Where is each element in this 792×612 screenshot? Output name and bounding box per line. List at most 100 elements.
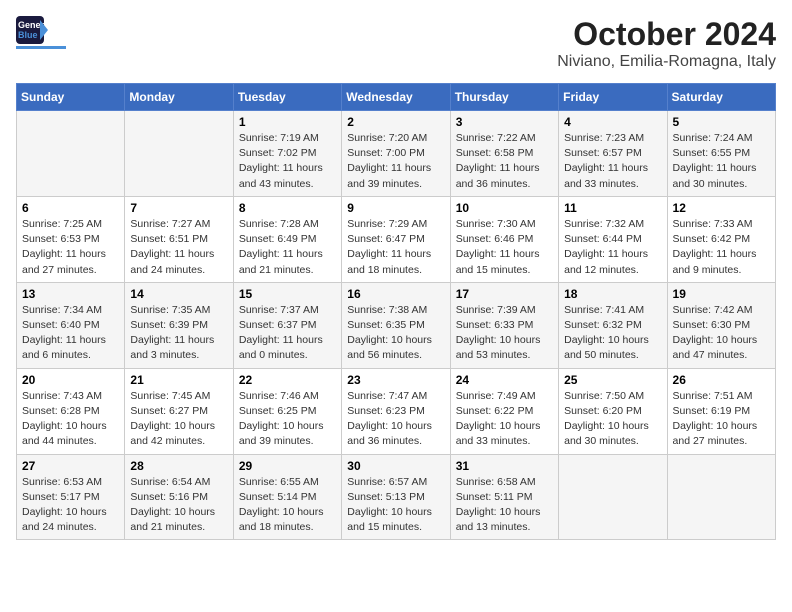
calendar-cell: 3 Sunrise: 7:22 AM Sunset: 6:58 PM Daylig… bbox=[450, 111, 558, 197]
calendar-cell: 23Sunrise: 7:47 AM Sunset: 6:23 PM Dayli… bbox=[342, 368, 450, 454]
day-detail: Sunrise: 7:22 AM Sunset: 6:58 PM Dayligh… bbox=[456, 132, 540, 190]
calendar-cell: 5 Sunrise: 7:24 AM Sunset: 6:55 PM Daylig… bbox=[667, 111, 775, 197]
day-detail: Sunrise: 7:28 AM Sunset: 6:49 PM Dayligh… bbox=[239, 218, 323, 276]
calendar-cell bbox=[17, 111, 125, 197]
day-number: 31 bbox=[456, 459, 553, 473]
header-wednesday: Wednesday bbox=[342, 84, 450, 111]
day-detail: Sunrise: 7:37 AM Sunset: 6:37 PM Dayligh… bbox=[239, 304, 323, 362]
calendar-week-3: 13Sunrise: 7:34 AM Sunset: 6:40 PM Dayli… bbox=[17, 282, 776, 368]
day-detail: Sunrise: 7:30 AM Sunset: 6:46 PM Dayligh… bbox=[456, 218, 540, 276]
calendar-cell: 13Sunrise: 7:34 AM Sunset: 6:40 PM Dayli… bbox=[17, 282, 125, 368]
day-detail: Sunrise: 7:51 AM Sunset: 6:19 PM Dayligh… bbox=[673, 390, 758, 448]
calendar-cell bbox=[667, 454, 775, 540]
calendar-cell: 19 Sunrise: 7:42 AM Sunset: 6:30 PM Dayli… bbox=[667, 282, 775, 368]
calendar-cell: 20Sunrise: 7:43 AM Sunset: 6:28 PM Dayli… bbox=[17, 368, 125, 454]
calendar-cell: 1 Sunrise: 7:19 AM Sunset: 7:02 PM Daylig… bbox=[233, 111, 341, 197]
day-number: 9 bbox=[347, 201, 444, 215]
day-detail: Sunrise: 6:53 AM Sunset: 5:17 PM Dayligh… bbox=[22, 476, 107, 534]
calendar-cell: 15 Sunrise: 7:37 AM Sunset: 6:37 PM Dayli… bbox=[233, 282, 341, 368]
day-number: 20 bbox=[22, 373, 119, 387]
calendar-week-2: 6 Sunrise: 7:25 AM Sunset: 6:53 PM Daylig… bbox=[17, 196, 776, 282]
day-detail: Sunrise: 7:39 AM Sunset: 6:33 PM Dayligh… bbox=[456, 304, 541, 362]
calendar-cell: 26 Sunrise: 7:51 AM Sunset: 6:19 PM Dayli… bbox=[667, 368, 775, 454]
day-number: 18 bbox=[564, 287, 661, 301]
calendar-cell: 11 Sunrise: 7:32 AM Sunset: 6:44 PM Dayli… bbox=[559, 196, 667, 282]
day-detail: Sunrise: 7:46 AM Sunset: 6:25 PM Dayligh… bbox=[239, 390, 324, 448]
day-detail: Sunrise: 7:32 AM Sunset: 6:44 PM Dayligh… bbox=[564, 218, 648, 276]
header-row: Sunday Monday Tuesday Wednesday Thursday… bbox=[17, 84, 776, 111]
day-number: 14 bbox=[130, 287, 227, 301]
day-detail: Sunrise: 7:20 AM Sunset: 7:00 PM Dayligh… bbox=[347, 132, 431, 190]
day-detail: Sunrise: 7:50 AM Sunset: 6:20 PM Dayligh… bbox=[564, 390, 649, 448]
day-detail: Sunrise: 7:45 AM Sunset: 6:27 PM Dayligh… bbox=[130, 390, 215, 448]
logo-icon: General Blue bbox=[16, 16, 48, 44]
day-number: 28 bbox=[130, 459, 227, 473]
calendar-cell: 21Sunrise: 7:45 AM Sunset: 6:27 PM Dayli… bbox=[125, 368, 233, 454]
calendar-body: 1 Sunrise: 7:19 AM Sunset: 7:02 PM Daylig… bbox=[17, 111, 776, 540]
calendar-cell: 12 Sunrise: 7:33 AM Sunset: 6:42 PM Dayli… bbox=[667, 196, 775, 282]
calendar-table: Sunday Monday Tuesday Wednesday Thursday… bbox=[16, 83, 776, 540]
calendar-cell: 28Sunrise: 6:54 AM Sunset: 5:16 PM Dayli… bbox=[125, 454, 233, 540]
day-number: 1 bbox=[239, 115, 336, 129]
calendar-cell bbox=[125, 111, 233, 197]
day-detail: Sunrise: 7:29 AM Sunset: 6:47 PM Dayligh… bbox=[347, 218, 431, 276]
calendar-cell: 6 Sunrise: 7:25 AM Sunset: 6:53 PM Daylig… bbox=[17, 196, 125, 282]
day-number: 27 bbox=[22, 459, 119, 473]
calendar-cell: 27 Sunrise: 6:53 AM Sunset: 5:17 PM Dayli… bbox=[17, 454, 125, 540]
day-detail: Sunrise: 7:33 AM Sunset: 6:42 PM Dayligh… bbox=[673, 218, 757, 276]
day-detail: Sunrise: 7:25 AM Sunset: 6:53 PM Dayligh… bbox=[22, 218, 106, 276]
calendar-cell: 29Sunrise: 6:55 AM Sunset: 5:14 PM Dayli… bbox=[233, 454, 341, 540]
header-sunday: Sunday bbox=[17, 84, 125, 111]
header-monday: Monday bbox=[125, 84, 233, 111]
day-detail: Sunrise: 7:38 AM Sunset: 6:35 PM Dayligh… bbox=[347, 304, 432, 362]
calendar-cell: 18 Sunrise: 7:41 AM Sunset: 6:32 PM Dayli… bbox=[559, 282, 667, 368]
calendar-cell bbox=[559, 454, 667, 540]
header-saturday: Saturday bbox=[667, 84, 775, 111]
day-number: 4 bbox=[564, 115, 661, 129]
day-detail: Sunrise: 7:34 AM Sunset: 6:40 PM Dayligh… bbox=[22, 304, 106, 362]
day-number: 7 bbox=[130, 201, 227, 215]
calendar-cell: 10Sunrise: 7:30 AM Sunset: 6:46 PM Dayli… bbox=[450, 196, 558, 282]
calendar-cell: 14 Sunrise: 7:35 AM Sunset: 6:39 PM Dayli… bbox=[125, 282, 233, 368]
day-detail: Sunrise: 7:19 AM Sunset: 7:02 PM Dayligh… bbox=[239, 132, 323, 190]
day-detail: Sunrise: 6:55 AM Sunset: 5:14 PM Dayligh… bbox=[239, 476, 324, 534]
day-number: 17 bbox=[456, 287, 553, 301]
day-number: 24 bbox=[456, 373, 553, 387]
calendar-header: Sunday Monday Tuesday Wednesday Thursday… bbox=[17, 84, 776, 111]
title-block: October 2024 Niviano, Emilia-Romagna, It… bbox=[557, 16, 776, 71]
day-detail: Sunrise: 7:35 AM Sunset: 6:39 PM Dayligh… bbox=[130, 304, 214, 362]
day-detail: Sunrise: 7:42 AM Sunset: 6:30 PM Dayligh… bbox=[673, 304, 758, 362]
day-number: 16 bbox=[347, 287, 444, 301]
calendar-cell: 24 Sunrise: 7:49 AM Sunset: 6:22 PM Dayli… bbox=[450, 368, 558, 454]
header-thursday: Thursday bbox=[450, 84, 558, 111]
day-number: 8 bbox=[239, 201, 336, 215]
day-detail: Sunrise: 7:49 AM Sunset: 6:22 PM Dayligh… bbox=[456, 390, 541, 448]
day-number: 11 bbox=[564, 201, 661, 215]
day-detail: Sunrise: 7:23 AM Sunset: 6:57 PM Dayligh… bbox=[564, 132, 648, 190]
month-title: October 2024 bbox=[557, 16, 776, 53]
calendar-cell: 16 Sunrise: 7:38 AM Sunset: 6:35 PM Dayli… bbox=[342, 282, 450, 368]
day-detail: Sunrise: 7:24 AM Sunset: 6:55 PM Dayligh… bbox=[673, 132, 757, 190]
calendar-cell: 31Sunrise: 6:58 AM Sunset: 5:11 PM Dayli… bbox=[450, 454, 558, 540]
day-number: 15 bbox=[239, 287, 336, 301]
day-number: 25 bbox=[564, 373, 661, 387]
day-number: 5 bbox=[673, 115, 770, 129]
day-number: 26 bbox=[673, 373, 770, 387]
svg-text:Blue: Blue bbox=[18, 30, 38, 40]
calendar-cell: 2Sunrise: 7:20 AM Sunset: 7:00 PM Daylig… bbox=[342, 111, 450, 197]
calendar-cell: 22Sunrise: 7:46 AM Sunset: 6:25 PM Dayli… bbox=[233, 368, 341, 454]
page-header: General Blue October 2024 Niviano, Emili… bbox=[16, 16, 776, 71]
day-number: 19 bbox=[673, 287, 770, 301]
day-number: 6 bbox=[22, 201, 119, 215]
day-number: 3 bbox=[456, 115, 553, 129]
calendar-week-1: 1 Sunrise: 7:19 AM Sunset: 7:02 PM Daylig… bbox=[17, 111, 776, 197]
calendar-cell: 17 Sunrise: 7:39 AM Sunset: 6:33 PM Dayli… bbox=[450, 282, 558, 368]
location-subtitle: Niviano, Emilia-Romagna, Italy bbox=[557, 53, 776, 71]
day-number: 12 bbox=[673, 201, 770, 215]
day-detail: Sunrise: 7:41 AM Sunset: 6:32 PM Dayligh… bbox=[564, 304, 649, 362]
day-number: 23 bbox=[347, 373, 444, 387]
calendar-cell: 4 Sunrise: 7:23 AM Sunset: 6:57 PM Daylig… bbox=[559, 111, 667, 197]
calendar-week-5: 27 Sunrise: 6:53 AM Sunset: 5:17 PM Dayli… bbox=[17, 454, 776, 540]
header-friday: Friday bbox=[559, 84, 667, 111]
header-tuesday: Tuesday bbox=[233, 84, 341, 111]
